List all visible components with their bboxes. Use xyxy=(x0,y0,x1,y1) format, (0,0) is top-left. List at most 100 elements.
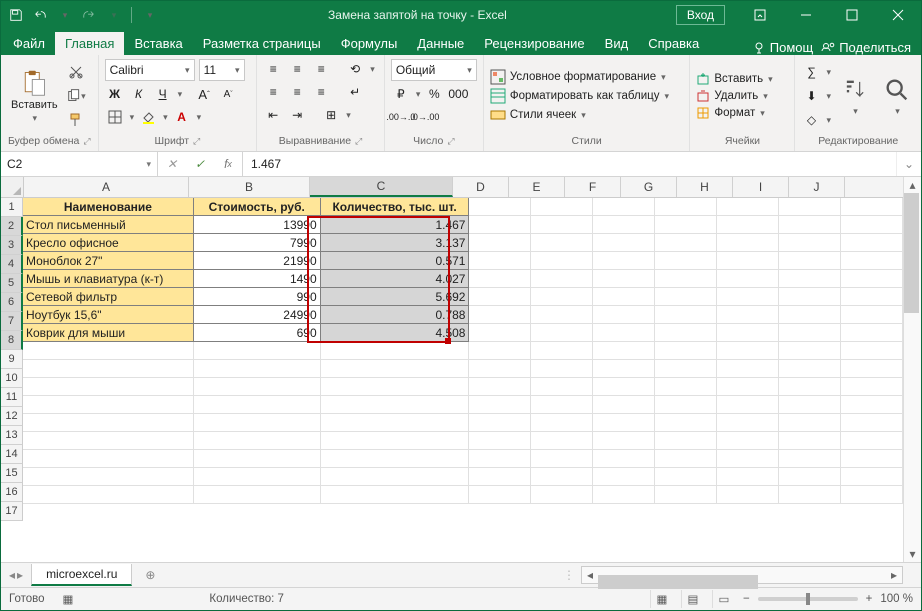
cell[interactable] xyxy=(593,270,655,288)
bold-button[interactable]: Ж xyxy=(105,84,125,104)
cell[interactable] xyxy=(655,342,717,360)
cell[interactable] xyxy=(655,234,717,252)
font-name-combo[interactable]: Calibri▾ xyxy=(105,59,195,81)
cell[interactable] xyxy=(655,288,717,306)
cell[interactable] xyxy=(469,324,531,342)
cell[interactable] xyxy=(841,306,903,324)
currency-icon[interactable]: ₽ xyxy=(391,84,411,104)
cell[interactable] xyxy=(717,324,779,342)
cell[interactable] xyxy=(469,198,531,216)
cell[interactable] xyxy=(717,342,779,360)
cell[interactable] xyxy=(717,252,779,270)
cell[interactable] xyxy=(841,486,903,504)
cut-icon[interactable] xyxy=(66,62,86,82)
orientation-icon[interactable]: ⟲ xyxy=(345,59,365,79)
share-button[interactable]: Поделиться xyxy=(821,40,911,55)
col-header-j[interactable]: J xyxy=(789,177,845,197)
cell[interactable] xyxy=(194,486,321,504)
expand-formula-icon[interactable]: ⌄ xyxy=(896,152,921,176)
cell[interactable]: Стоимость, руб. xyxy=(194,198,321,216)
cell[interactable]: 4.027 xyxy=(321,270,470,288)
sheet-nav-next-icon[interactable]: ▸ xyxy=(17,568,23,582)
increase-decimal-icon[interactable]: .00→.0 xyxy=(391,107,411,127)
cell[interactable] xyxy=(841,216,903,234)
borders-icon[interactable] xyxy=(105,107,125,127)
cell[interactable] xyxy=(717,288,779,306)
cell[interactable] xyxy=(655,198,717,216)
cell[interactable] xyxy=(655,468,717,486)
ribbon-options-icon[interactable] xyxy=(737,1,783,29)
row-header[interactable]: 1 xyxy=(1,198,23,217)
cell[interactable] xyxy=(531,270,593,288)
sheet-nav-prev-icon[interactable]: ◂ xyxy=(9,568,15,582)
cell[interactable] xyxy=(194,432,321,450)
cell[interactable] xyxy=(469,252,531,270)
cell[interactable] xyxy=(531,198,593,216)
cell[interactable]: Количество, тыс. шт. xyxy=(321,198,470,216)
cell[interactable] xyxy=(469,450,531,468)
cell[interactable] xyxy=(23,432,194,450)
number-launcher-icon[interactable]: ⤢ xyxy=(447,136,454,147)
formula-input[interactable]: 1.467 xyxy=(243,152,896,176)
cell[interactable] xyxy=(717,270,779,288)
hscroll-thumb[interactable] xyxy=(598,575,758,589)
cell[interactable] xyxy=(593,450,655,468)
underline-button[interactable]: Ч xyxy=(153,84,173,104)
row-header[interactable]: 13 xyxy=(1,426,23,445)
cell[interactable] xyxy=(779,414,841,432)
cell[interactable] xyxy=(717,432,779,450)
col-header-f[interactable]: F xyxy=(565,177,621,197)
cell[interactable] xyxy=(779,270,841,288)
row-header[interactable]: 15 xyxy=(1,464,23,483)
fill-icon[interactable]: ⬇ xyxy=(801,86,821,106)
cell[interactable] xyxy=(717,234,779,252)
align-center-icon[interactable]: ≡ xyxy=(287,82,307,102)
autosum-icon[interactable]: ∑ xyxy=(801,62,821,82)
cell[interactable] xyxy=(531,432,593,450)
cell[interactable] xyxy=(321,468,470,486)
cell[interactable] xyxy=(655,432,717,450)
conditional-formatting-button[interactable]: Условное форматирование▾ xyxy=(490,69,684,85)
tell-me-button[interactable]: Помощ xyxy=(752,40,813,55)
cell[interactable] xyxy=(779,234,841,252)
cell[interactable] xyxy=(23,450,194,468)
scroll-right-icon[interactable]: ▸ xyxy=(886,568,902,582)
col-header-a[interactable]: A xyxy=(24,177,189,197)
cell[interactable] xyxy=(469,216,531,234)
cell[interactable] xyxy=(593,288,655,306)
cell[interactable] xyxy=(717,486,779,504)
cell[interactable] xyxy=(469,234,531,252)
cell[interactable] xyxy=(469,288,531,306)
tab-home[interactable]: Главная xyxy=(55,32,124,55)
cell[interactable] xyxy=(779,360,841,378)
cell[interactable] xyxy=(841,252,903,270)
cell[interactable]: 690 xyxy=(194,324,321,342)
format-painter-icon[interactable] xyxy=(66,110,86,130)
cell[interactable] xyxy=(717,378,779,396)
cell[interactable] xyxy=(23,414,194,432)
delete-cells-button[interactable]: Удалить▾ xyxy=(696,89,788,103)
find-select-button[interactable]: ▾ xyxy=(879,59,915,133)
align-left-icon[interactable]: ≡ xyxy=(263,82,283,102)
cell[interactable] xyxy=(841,324,903,342)
cell[interactable] xyxy=(841,432,903,450)
cell[interactable] xyxy=(779,288,841,306)
cell[interactable] xyxy=(321,378,470,396)
cell[interactable]: Кресло офисное xyxy=(23,234,194,252)
close-icon[interactable] xyxy=(875,1,921,29)
cell[interactable] xyxy=(469,378,531,396)
cell[interactable] xyxy=(194,468,321,486)
cell[interactable] xyxy=(841,270,903,288)
cell[interactable] xyxy=(469,396,531,414)
cell[interactable] xyxy=(194,378,321,396)
cell[interactable] xyxy=(593,396,655,414)
tab-view[interactable]: Вид xyxy=(595,32,639,55)
cell[interactable] xyxy=(593,468,655,486)
cell[interactable] xyxy=(23,342,194,360)
cell[interactable] xyxy=(779,432,841,450)
merge-icon[interactable]: ⊞ xyxy=(321,105,341,125)
cell[interactable] xyxy=(841,396,903,414)
col-header-e[interactable]: E xyxy=(509,177,565,197)
zoom-out-icon[interactable]: − xyxy=(743,593,750,605)
zoom-slider[interactable] xyxy=(758,597,858,601)
